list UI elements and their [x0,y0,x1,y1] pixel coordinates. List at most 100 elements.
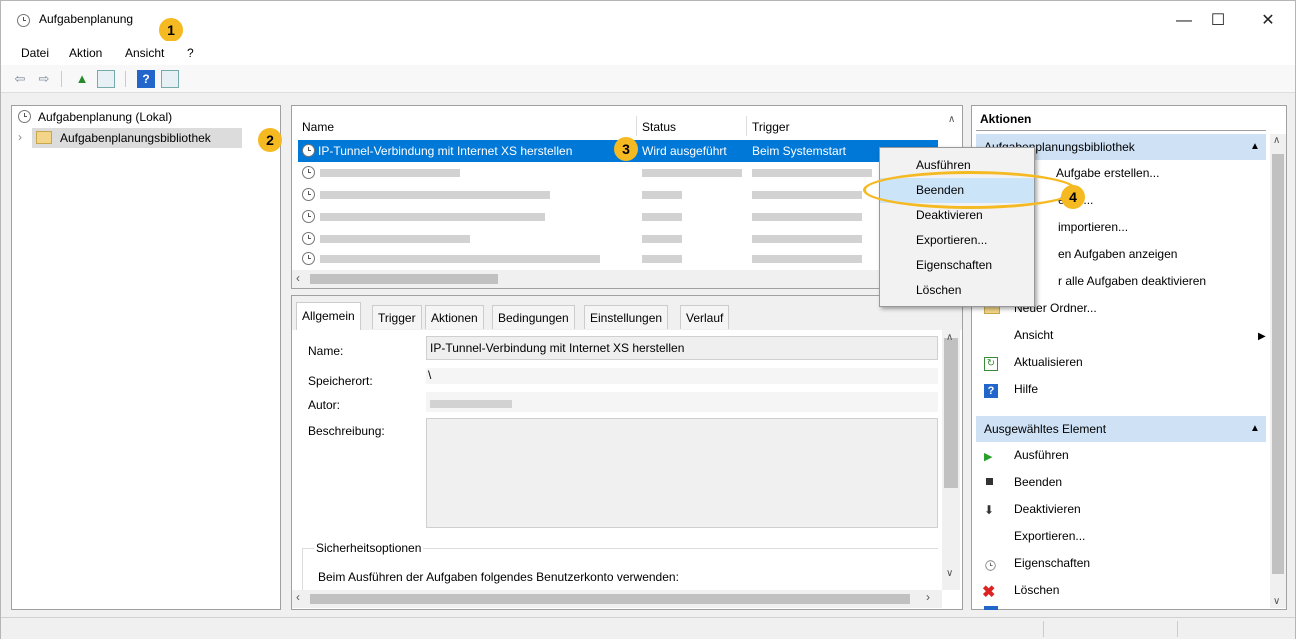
column-header-status[interactable]: Status [642,114,676,140]
location-label: Speicherort: [308,374,373,388]
callout-1: 1 [159,18,183,42]
submenu-arrow-icon: ▶ [1258,331,1266,342]
tab-aktionen[interactable]: Aktionen [425,305,484,329]
scroll-up-icon[interactable]: ∧ [946,332,953,343]
forward-icon[interactable]: ⇨ [35,70,53,88]
column-header-trigger[interactable]: Trigger [752,114,790,140]
tree-panel: Aufgabenplanung (Lokal) › Aufgabenplanun… [11,105,282,610]
app-window: Aufgabenplanung 1 — ☐ ✕ Datei Aktion Ans… [0,0,1296,639]
help-icon: ? [984,384,998,398]
tab-bedingungen[interactable]: Bedingungen [492,305,575,329]
action-help[interactable]: Hilfe [1014,376,1038,403]
back-icon[interactable]: ⇦ [11,70,29,88]
task-row-blurred[interactable] [320,235,470,243]
folder-up-icon[interactable]: ▲ [73,70,91,88]
scroll-left-icon[interactable]: ‹ [296,590,300,604]
show-hide-tree-icon[interactable] [97,70,115,88]
ctx-properties[interactable]: Eigenschaften [880,253,1034,278]
task-row-blurred[interactable] [320,191,550,199]
help-icon [984,606,998,610]
tab-einstellungen[interactable]: Einstellungen [584,305,669,329]
clock-icon [302,252,315,265]
collapse-icon[interactable]: ▲ [1250,141,1260,152]
description-field[interactable] [426,418,938,528]
scrollbar-thumb[interactable] [1272,154,1284,574]
column-header-name[interactable]: Name [302,114,334,140]
close-button[interactable]: ✕ [1245,1,1291,41]
action-disable-history[interactable]: r alle Aufgaben deaktivieren [1058,268,1206,295]
tab-verlauf[interactable]: Verlauf [680,305,730,329]
section-selected-item[interactable]: Ausgewähltes Element [976,416,1266,442]
security-title: Sicherheitsoptionen [314,541,424,555]
title-bar: Aufgabenplanung 1 — ☐ ✕ [1,1,1295,42]
task-row-blurred[interactable] [320,169,460,177]
action-pane-icon[interactable] [161,70,179,88]
clock-icon [18,110,31,123]
refresh-icon: ↻ [984,357,998,371]
menu-datei[interactable]: Datei [21,46,49,60]
clock-icon [302,232,315,245]
callout-4: 4 [1061,185,1085,209]
folder-icon [36,131,52,144]
action-disable[interactable]: Deaktivieren [1014,496,1081,523]
menu-ansicht[interactable]: Ansicht [125,46,164,60]
scroll-left-icon[interactable]: ‹ [296,271,300,285]
tree-root[interactable]: Aufgabenplanung (Lokal) [38,110,172,124]
location-field[interactable] [426,368,938,384]
scroll-right-icon[interactable]: › [926,590,930,604]
name-label: Name: [308,344,344,358]
toolbar: ⇦ ⇨ ▲ ? [1,65,1295,93]
action-delete[interactable]: Löschen [1014,577,1059,604]
stop-icon [986,478,993,485]
scrollbar-thumb[interactable] [310,274,498,284]
expand-chevron-icon[interactable]: › [18,130,22,144]
task-trigger: Beim Systemstart [752,144,847,158]
help-icon[interactable]: ? [137,70,155,88]
action-end[interactable]: Beenden [1014,469,1062,496]
action-create-task[interactable]: Aufgabe erstellen... [1056,160,1159,187]
blurred-cell [752,255,862,263]
action-run[interactable]: Ausführen [1014,442,1069,469]
blurred-cell [642,169,742,177]
highlight-ellipse [863,171,1077,209]
blurred-cell [642,255,682,263]
task-list-panel: Name Status Trigger IP-Tunnel-Verbindung… [291,105,963,289]
callout-2: 2 [258,128,282,152]
actions-divider [976,130,1266,131]
ctx-export[interactable]: Exportieren... [880,228,1034,253]
action-export[interactable]: Exportieren... [1014,523,1085,550]
description-label: Beschreibung: [308,424,385,438]
action-refresh[interactable]: Aktualisieren [1014,349,1083,376]
action-import[interactable]: importieren... [1058,214,1128,241]
maximize-button[interactable]: ☐ [1195,1,1241,41]
scrollbar-thumb[interactable] [310,594,910,604]
menu-help[interactable]: ? [187,46,194,60]
blurred-cell [642,213,682,221]
clock-icon [302,166,315,179]
scroll-up-icon[interactable]: ∧ [948,114,955,125]
scrollbar-thumb[interactable] [944,338,958,488]
ctx-delete[interactable]: Löschen [880,278,1034,303]
clock-icon [17,14,30,27]
task-row-blurred[interactable] [320,213,545,221]
callout-3: 3 [614,137,638,161]
action-properties[interactable]: Eigenschaften [1014,550,1090,577]
toolbar-separator [125,71,126,87]
tab-trigger[interactable]: Trigger [372,305,422,329]
task-status: Wird ausgeführt [642,144,727,158]
task-row-blurred[interactable] [320,255,600,263]
scroll-down-icon[interactable]: ∨ [1273,596,1280,607]
tab-allgemein[interactable]: Allgemein [296,302,361,330]
details-panel: Allgemein Trigger Aktionen Bedingungen E… [291,295,963,610]
toolbar-separator [61,71,62,87]
menu-bar: Datei Aktion Ansicht ? [1,41,1295,65]
tree-item-library-label: Aufgabenplanungsbibliothek [60,131,211,145]
collapse-icon[interactable]: ▲ [1250,423,1260,434]
clock-icon [985,560,996,571]
menu-aktion[interactable]: Aktion [69,46,102,60]
arrow-down-icon: ⬇ [984,503,995,517]
scroll-down-icon[interactable]: ∨ [946,568,953,579]
action-view[interactable]: Ansicht [1014,322,1053,349]
action-show-running[interactable]: en Aufgaben anzeigen [1058,241,1177,268]
scroll-up-icon[interactable]: ∧ [1273,135,1280,146]
